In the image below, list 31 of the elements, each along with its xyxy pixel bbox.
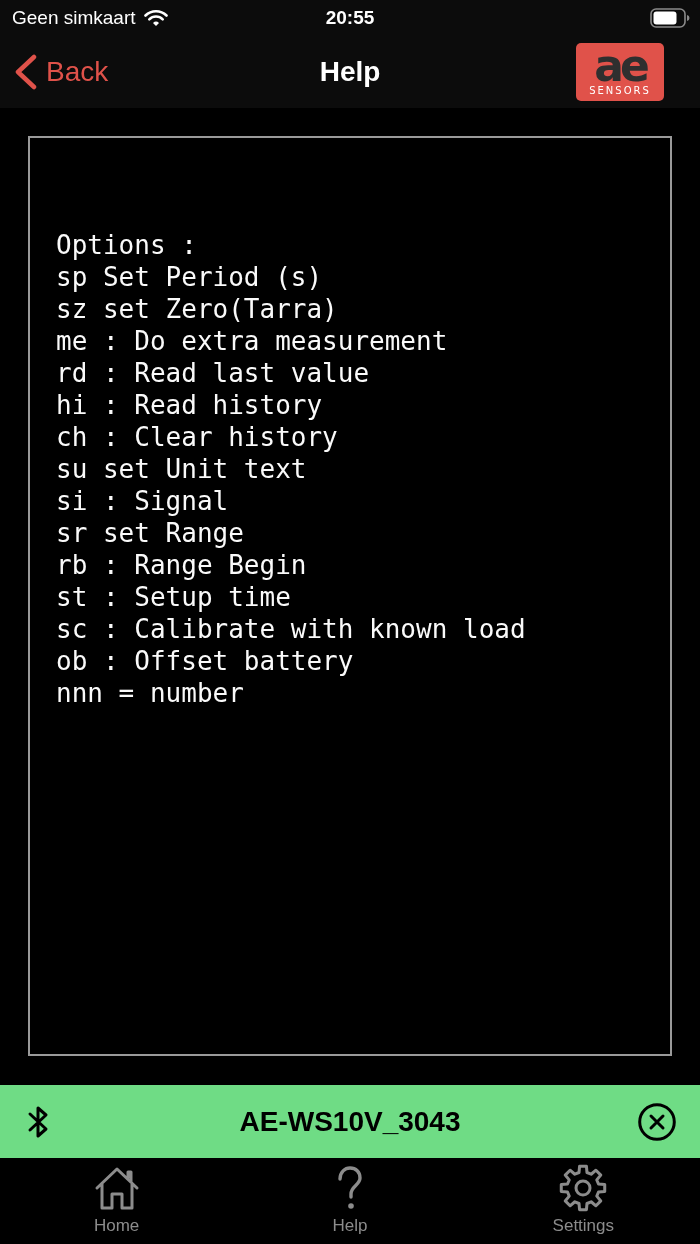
terminal-line: si : Signal bbox=[56, 485, 229, 517]
terminal-line: sc : Calibrate with known load bbox=[56, 613, 526, 645]
page-title: Help bbox=[319, 56, 381, 88]
close-button[interactable] bbox=[638, 1102, 676, 1141]
battery-icon bbox=[650, 8, 690, 28]
close-icon bbox=[638, 1102, 676, 1141]
terminal-line: rd : Read last value bbox=[56, 357, 370, 389]
terminal-line: sr set Range bbox=[56, 517, 244, 549]
terminal-line: ob : Offset battery bbox=[56, 645, 354, 677]
wifi-icon bbox=[143, 9, 168, 27]
logo-caption: SENSORS bbox=[589, 84, 651, 98]
device-name: AE-WS10V_3043 bbox=[239, 1105, 461, 1138]
tab-item[interactable]: Settings bbox=[513, 1158, 654, 1244]
terminal-line: me : Do extra measurement bbox=[56, 325, 448, 357]
terminal-line: st : Setup time bbox=[56, 581, 291, 613]
terminal-line: sp Set Period (s) bbox=[56, 261, 323, 293]
chevron-left-icon bbox=[14, 54, 38, 90]
tab-item[interactable]: Help bbox=[280, 1158, 420, 1244]
terminal-line: Options : bbox=[56, 229, 197, 261]
terminal-line: hi : Read history bbox=[56, 389, 323, 421]
terminal-line: rb : Range Begin bbox=[56, 549, 307, 581]
back-button[interactable]: Back bbox=[14, 54, 109, 90]
carrier-text: Geen simkaart bbox=[12, 7, 136, 29]
terminal-line: nnn = number bbox=[56, 677, 244, 709]
tab-item[interactable]: Home bbox=[46, 1158, 187, 1244]
terminal-line: sz set Zero(Tarra) bbox=[56, 293, 338, 325]
logo-mark: ae bbox=[594, 48, 646, 84]
settings-icon bbox=[559, 1164, 608, 1212]
terminal-line: ch : Clear history bbox=[56, 421, 338, 453]
terminal-line: su set Unit text bbox=[56, 453, 307, 485]
clock-time: 20:55 bbox=[325, 7, 375, 29]
